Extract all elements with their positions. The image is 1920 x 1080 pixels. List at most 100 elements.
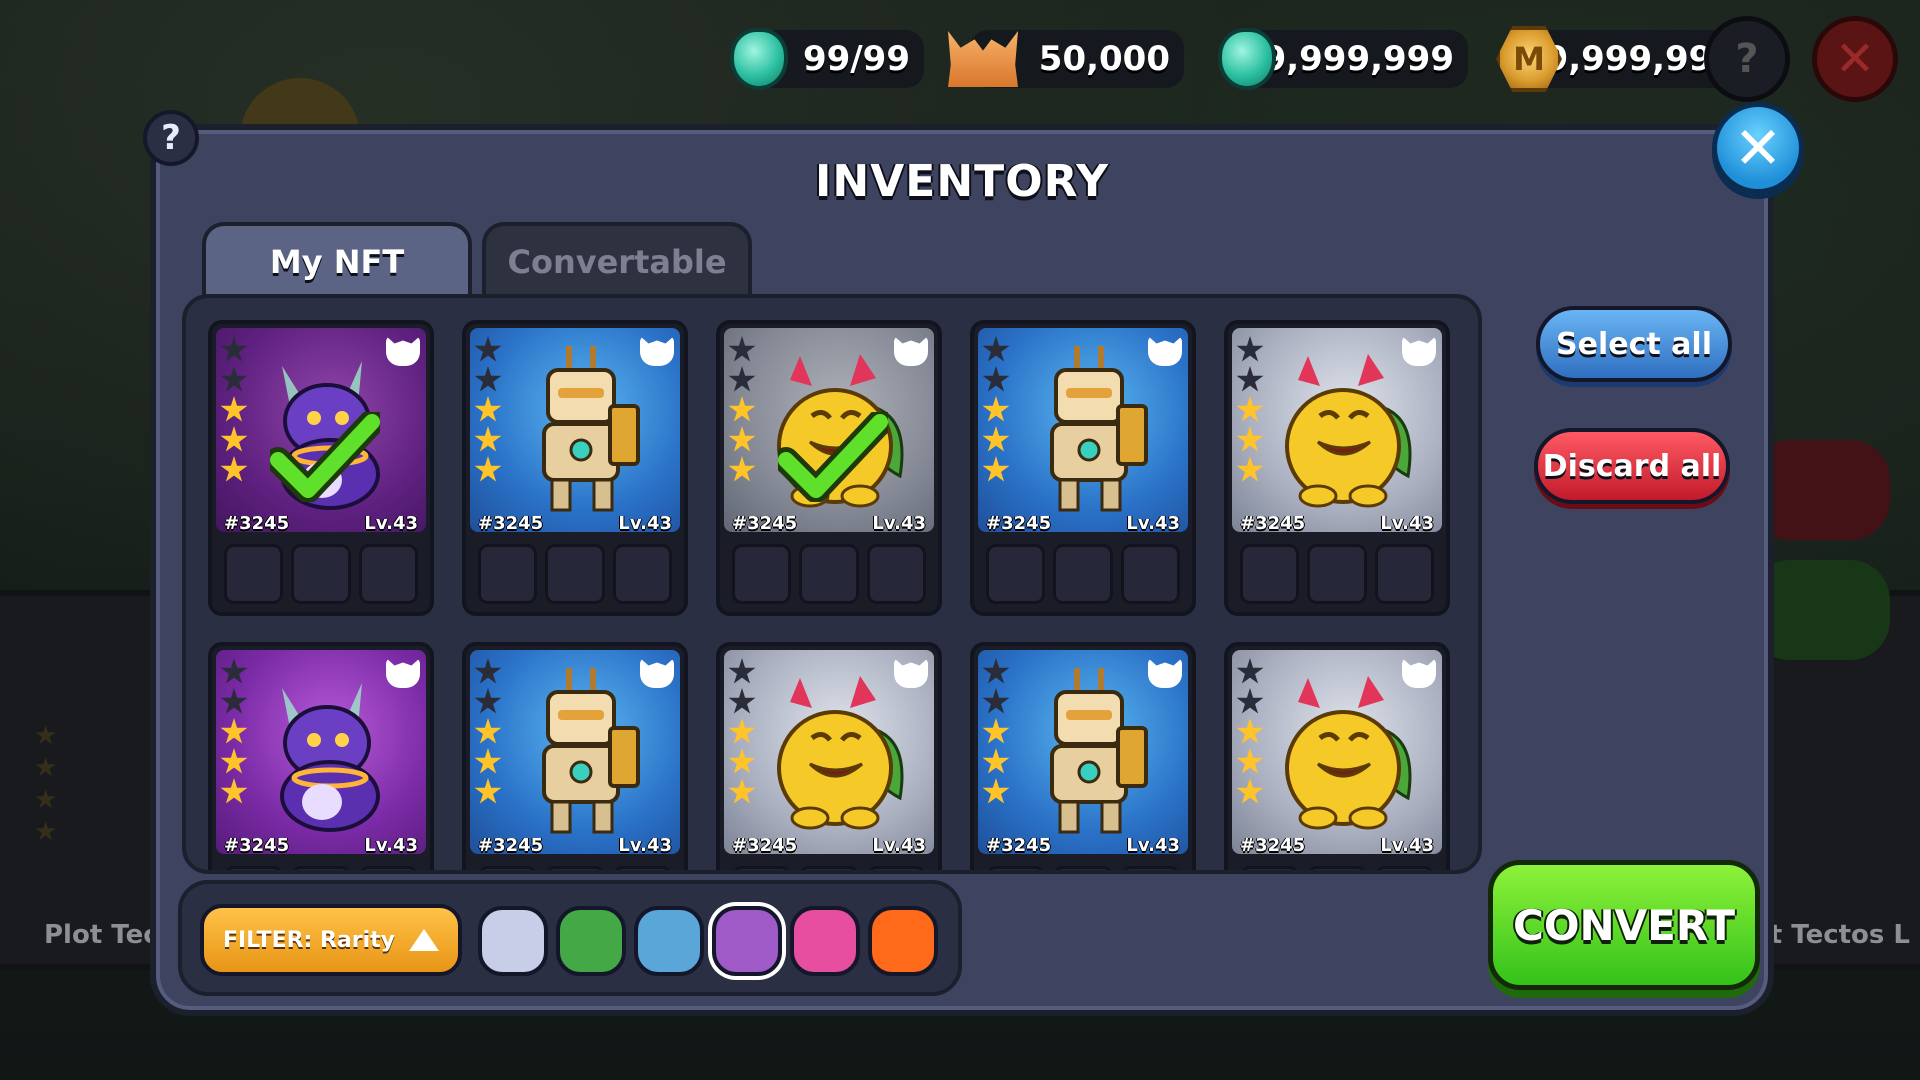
nft-card[interactable]: #3245 Lv.43: [208, 642, 434, 870]
tab-my-nft[interactable]: My NFT: [202, 222, 472, 298]
rarity-swatch-common[interactable]: [478, 906, 548, 976]
equipment-slot: [799, 544, 859, 604]
nft-card[interactable]: #3245 Lv.43: [1224, 320, 1450, 616]
star-icon: [982, 688, 1010, 714]
star-icon: [474, 688, 502, 714]
filter-rarity-button[interactable]: FILTER: Rarity: [200, 904, 462, 976]
card-id: #3245: [732, 512, 798, 534]
nft-grid: #3245 Lv.43 #3245 Lv.43 #3245 Lv.43 #3245 Lv.43…: [182, 294, 1482, 874]
equipment-slot: [732, 866, 792, 870]
star-icon: [220, 336, 248, 362]
equipment-slot: [1120, 544, 1180, 604]
star-icon: [1236, 718, 1264, 744]
card-footer: #3245 Lv.43: [216, 512, 426, 534]
card-level: Lv.43: [872, 834, 926, 856]
robot-creature-image: [1014, 668, 1164, 838]
card-footer: #3245 Lv.43: [978, 512, 1188, 534]
equipment-slot: [291, 866, 351, 870]
equipment-slot: [1307, 866, 1367, 870]
card-footer: #3245 Lv.43: [724, 834, 934, 856]
nft-card[interactable]: #3245 Lv.43: [716, 642, 942, 870]
convert-button[interactable]: CONVERT: [1488, 860, 1760, 990]
equipment-slot: [478, 866, 538, 870]
element-badge-icon: [894, 658, 928, 688]
rarity-swatch-legendary[interactable]: [790, 906, 860, 976]
star-icon: [220, 688, 248, 714]
star-icon: [220, 658, 248, 684]
card-equipment-slots: [478, 544, 672, 604]
select-all-button[interactable]: Select all: [1536, 306, 1732, 382]
star-icon: [1236, 688, 1264, 714]
card-id: #3245: [478, 834, 544, 856]
card-level: Lv.43: [364, 512, 418, 534]
star-icon: [1236, 778, 1264, 804]
nft-card[interactable]: #3245 Lv.43: [462, 320, 688, 616]
equipment-slot: [358, 866, 418, 870]
star-icon: [474, 748, 502, 774]
card-footer: #3245 Lv.43: [1232, 834, 1442, 856]
card-equipment-slots: [986, 544, 1180, 604]
star-icon: [220, 748, 248, 774]
card-id: #3245: [224, 512, 290, 534]
nft-card[interactable]: #3245 Lv.43: [716, 320, 942, 616]
green-gem-icon: [724, 24, 794, 94]
beast-creature-image: [1268, 346, 1418, 516]
beast-creature-image: [1268, 668, 1418, 838]
star-icon: [982, 778, 1010, 804]
discard-all-button[interactable]: Discard all: [1534, 428, 1730, 504]
card-equipment-slots: [1240, 544, 1434, 604]
card-equipment-slots: [1240, 866, 1434, 870]
rarity-swatch-epic[interactable]: [712, 906, 782, 976]
nft-card[interactable]: #3245 Lv.43: [970, 642, 1196, 870]
equipment-slot: [1053, 866, 1113, 870]
star-icon: [728, 688, 756, 714]
tab-convertable[interactable]: Convertable: [482, 222, 752, 298]
equipment-slot: [732, 544, 792, 604]
card-rarity-stars: [474, 336, 502, 484]
card-id: #3245: [986, 512, 1052, 534]
card-footer: #3245 Lv.43: [978, 834, 1188, 856]
card-id: #3245: [1240, 512, 1306, 534]
card-id: #3245: [732, 834, 798, 856]
card-rarity-stars: [220, 336, 248, 484]
nft-card[interactable]: #3245 Lv.43: [1224, 642, 1450, 870]
card-rarity-stars: [1236, 658, 1264, 806]
background-plot-label-right: ot Tectos L: [1751, 920, 1910, 950]
element-badge-icon: [1148, 658, 1182, 688]
equipment-slot: [1240, 866, 1300, 870]
equipment-slot: [1053, 544, 1113, 604]
star-icon: [1236, 456, 1264, 482]
equipment-slot: [358, 544, 418, 604]
nft-card[interactable]: #3245 Lv.43: [970, 320, 1196, 616]
card-rarity-stars: [474, 658, 502, 806]
rarity-swatch-mythic[interactable]: [868, 906, 938, 976]
star-icon: [1236, 396, 1264, 422]
star-icon: [982, 366, 1010, 392]
star-icon: [220, 366, 248, 392]
nft-card[interactable]: #3245 Lv.43: [208, 320, 434, 616]
filter-bar: FILTER: Rarity: [178, 880, 962, 996]
star-icon: [728, 366, 756, 392]
rarity-swatch-rare[interactable]: [634, 906, 704, 976]
equipment-slot: [799, 866, 859, 870]
star-icon: [728, 456, 756, 482]
equipment-slot: [545, 544, 605, 604]
star-icon: [982, 718, 1010, 744]
currency-gems-value: 9,999,999: [1262, 39, 1454, 79]
equipment-slot: [291, 544, 351, 604]
equipment-slot: [986, 544, 1046, 604]
gold-coin-icon: M: [1494, 24, 1564, 94]
rarity-swatch-uncommon[interactable]: [556, 906, 626, 976]
close-button[interactable]: ✕: [1712, 102, 1804, 194]
nft-card[interactable]: #3245 Lv.43: [462, 642, 688, 870]
currency-gems: 9,999,999: [1218, 28, 1468, 90]
equipment-slot: [612, 866, 672, 870]
star-icon: [474, 778, 502, 804]
card-rarity-stars: [982, 336, 1010, 484]
card-id: #3245: [224, 834, 290, 856]
equipment-slot: [1120, 866, 1180, 870]
beast-creature-image: [760, 668, 910, 838]
star-icon: [474, 366, 502, 392]
card-footer: #3245 Lv.43: [216, 834, 426, 856]
help-button[interactable]: ?: [143, 110, 199, 166]
